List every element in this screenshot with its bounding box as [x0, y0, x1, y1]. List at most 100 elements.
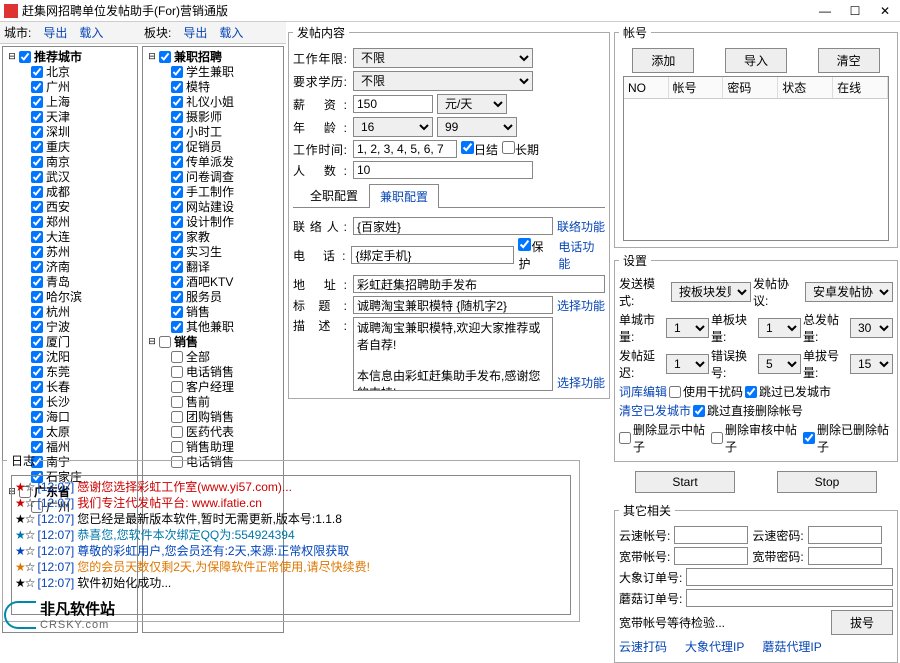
del-done-checkbox[interactable] [803, 432, 815, 444]
tree-item[interactable]: 成都 [5, 184, 135, 199]
tree-item[interactable]: 翻译 [145, 259, 281, 274]
tree-item[interactable]: 苏州 [5, 244, 135, 259]
dial-select[interactable]: 15 [850, 354, 893, 374]
tree-item[interactable]: 武汉 [5, 169, 135, 184]
del-show-checkbox[interactable] [619, 432, 631, 444]
protect-checkbox[interactable] [518, 238, 531, 251]
tree-item[interactable]: 东莞 [5, 364, 135, 379]
mg-link[interactable]: 蘑菇代理IP [762, 638, 821, 655]
desc-func-link[interactable]: 选择功能 [557, 374, 605, 391]
tree-item[interactable]: 模特 [145, 79, 281, 94]
salary-input[interactable] [353, 95, 433, 113]
daily-checkbox[interactable] [461, 141, 474, 154]
bb-acct-input[interactable] [674, 547, 748, 565]
city-import-link[interactable]: 载入 [79, 24, 103, 41]
tree-item[interactable]: 厦门 [5, 334, 135, 349]
worktime-input[interactable] [353, 140, 457, 158]
tree-item[interactable]: 学生兼职 [145, 64, 281, 79]
desc-textarea[interactable]: 诚聘淘宝兼职模特,欢迎大家推荐或者自荐! 本信息由彩虹赶集助手发布,感谢您的支持… [353, 317, 553, 391]
tree-item[interactable]: 沈阳 [5, 349, 135, 364]
title-func-link[interactable]: 选择功能 [557, 297, 605, 314]
wrong-select[interactable]: 5 [758, 354, 801, 374]
people-input[interactable] [353, 161, 533, 179]
tree-item[interactable]: 深圳 [5, 124, 135, 139]
long-checkbox[interactable] [502, 141, 515, 154]
tree-item[interactable]: 设计制作 [145, 214, 281, 229]
city-qty-select[interactable]: 1 [666, 318, 709, 338]
tree-item[interactable]: 传单派发 [145, 154, 281, 169]
tree-item[interactable]: 大连 [5, 229, 135, 244]
tree-item[interactable]: ⊟销售 [145, 334, 281, 349]
tree-item[interactable]: 销售 [145, 304, 281, 319]
tree-item[interactable]: 海口 [5, 409, 135, 424]
tree-item[interactable]: 上海 [5, 94, 135, 109]
tree-item[interactable]: 其他兼职 [145, 319, 281, 334]
noise-checkbox[interactable] [669, 386, 681, 398]
tree-item[interactable]: 酒吧KTV [145, 274, 281, 289]
tree-item[interactable]: 团购销售 [145, 409, 281, 424]
dial-button[interactable]: 拔号 [831, 610, 893, 635]
tree-item[interactable]: 西安 [5, 199, 135, 214]
contact-func-link[interactable]: 联络功能 [557, 218, 605, 235]
edu-select[interactable]: 不限 [353, 71, 533, 91]
add-account-button[interactable]: 添加 [632, 48, 694, 73]
tree-item[interactable]: 电话销售 [145, 364, 281, 379]
proto-select[interactable]: 安卓发帖协议 [805, 282, 893, 302]
tree-item[interactable]: 北京 [5, 64, 135, 79]
tree-item[interactable]: 促销员 [145, 139, 281, 154]
minimize-button[interactable]: — [810, 1, 840, 21]
cloud-pwd-input[interactable] [808, 526, 882, 544]
account-table[interactable]: NO 帐号 密码 状态 在线 [623, 76, 889, 241]
tree-item[interactable]: 摄影师 [145, 109, 281, 124]
tree-item[interactable]: 重庆 [5, 139, 135, 154]
close-button[interactable]: ✕ [870, 1, 900, 21]
block-qty-select[interactable]: 1 [758, 318, 801, 338]
tree-item[interactable]: 医药代表 [145, 424, 281, 439]
tree-item[interactable]: 网站建设 [145, 199, 281, 214]
tree-item[interactable]: 小时工 [145, 124, 281, 139]
tree-item[interactable]: 广州 [5, 79, 135, 94]
tree-item[interactable]: 礼仪小姐 [145, 94, 281, 109]
clear-account-button[interactable]: 清空 [818, 48, 880, 73]
total-qty-select[interactable]: 30 [850, 318, 893, 338]
tree-item[interactable]: 售前 [145, 394, 281, 409]
tree-item[interactable]: 长春 [5, 379, 135, 394]
delay-select[interactable]: 1 [666, 354, 709, 374]
tree-item[interactable]: 济南 [5, 259, 135, 274]
dx-link[interactable]: 大象代理IP [685, 638, 744, 655]
tab-part[interactable]: 兼职配置 [369, 184, 439, 208]
workage-select[interactable]: 不限 [353, 48, 533, 68]
addr-input[interactable] [353, 275, 605, 293]
age-to-select[interactable]: 99 [437, 117, 517, 137]
maximize-button[interactable]: ☐ [840, 1, 870, 21]
tree-item[interactable]: 长沙 [5, 394, 135, 409]
block-export-link[interactable]: 导出 [183, 24, 207, 41]
tree-item[interactable]: ⊟兼职招聘 [145, 49, 281, 64]
bb-pwd-input[interactable] [808, 547, 882, 565]
mg-order-input[interactable] [686, 589, 893, 607]
tree-item[interactable]: 郑州 [5, 214, 135, 229]
tree-item[interactable]: 服务员 [145, 289, 281, 304]
skip-city-checkbox[interactable] [745, 386, 757, 398]
tree-item[interactable]: 天津 [5, 109, 135, 124]
tree-item[interactable]: 哈尔滨 [5, 289, 135, 304]
title-input[interactable] [353, 296, 553, 314]
dict-edit-link[interactable]: 词库编辑 [619, 383, 667, 400]
block-import-link[interactable]: 载入 [219, 24, 243, 41]
clear-city-link[interactable]: 清空已发城市 [619, 402, 691, 419]
log-area[interactable]: ★☆[12:07]感谢您选择彩虹工作室(www.yi57.com)...★☆[1… [11, 475, 571, 615]
tree-item[interactable]: 杭州 [5, 304, 135, 319]
dx-order-input[interactable] [686, 568, 893, 586]
tree-item[interactable]: 宁波 [5, 319, 135, 334]
tel-input[interactable] [351, 246, 514, 264]
tree-item[interactable]: 青岛 [5, 274, 135, 289]
city-export-link[interactable]: 导出 [43, 24, 67, 41]
tree-item[interactable]: 南京 [5, 154, 135, 169]
tree-item[interactable]: 家教 [145, 229, 281, 244]
tree-item[interactable]: 客户经理 [145, 379, 281, 394]
age-from-select[interactable]: 16 [353, 117, 433, 137]
cloud-link[interactable]: 云速打码 [619, 638, 667, 655]
tree-item[interactable]: 手工制作 [145, 184, 281, 199]
tel-func-link[interactable]: 电话功能 [558, 238, 605, 272]
salary-unit-select[interactable]: 元/天 [437, 94, 507, 114]
